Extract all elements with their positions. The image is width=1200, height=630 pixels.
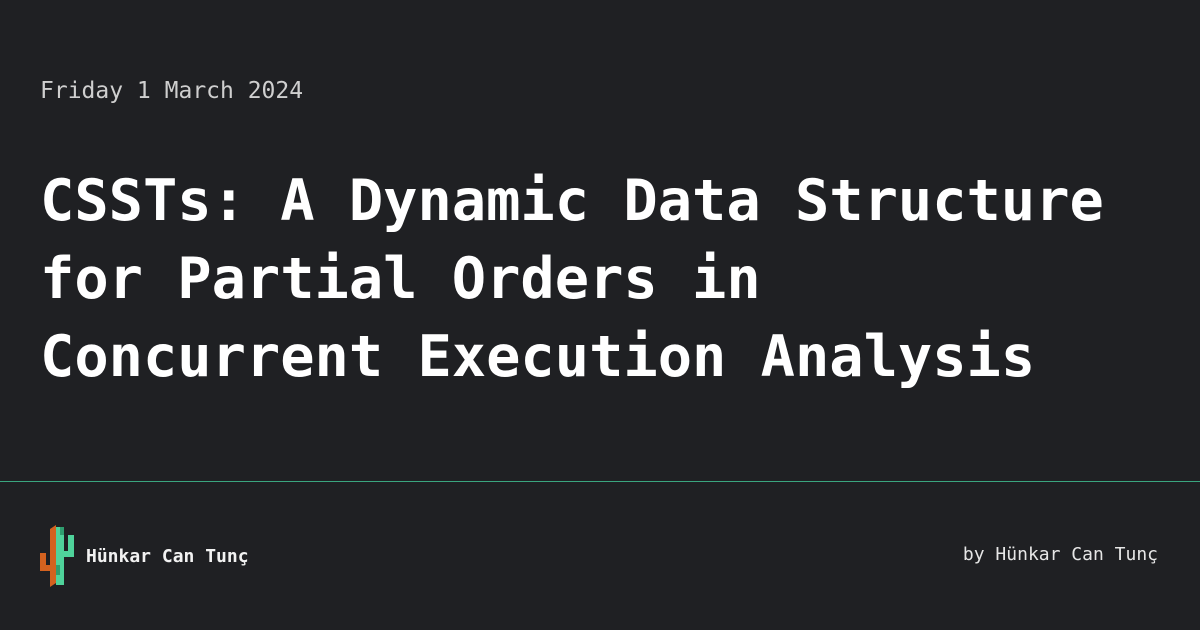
footer-divider <box>0 481 1200 482</box>
post-date: Friday 1 March 2024 <box>40 78 304 104</box>
post-title-line-2: for Partial Orders in <box>40 246 761 312</box>
author-byline: by Hünkar Can Tunç <box>962 544 1158 565</box>
post-title-line-1: CSSTs: A Dynamic Data Structure <box>40 168 1104 234</box>
post-title: CSSTs: A Dynamic Data Structure for Part… <box>40 162 1180 396</box>
cactus-logo-icon <box>40 525 74 587</box>
site-name: Hünkar Can Tunç <box>86 545 249 567</box>
post-title-line-3: Concurrent Execution Analysis <box>40 324 1036 390</box>
site-brand[interactable]: Hünkar Can Tunç <box>40 525 249 587</box>
